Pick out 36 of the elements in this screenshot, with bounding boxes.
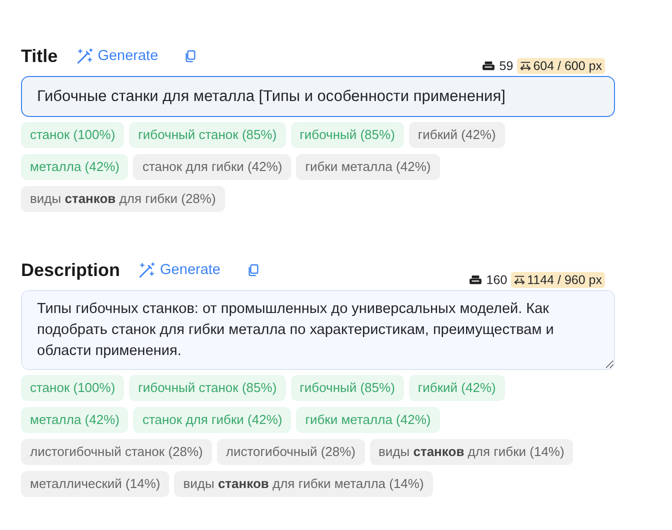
keyword-tag: гибки металла (42%) <box>296 407 440 433</box>
keyword-tag: станок (100%) <box>21 122 124 148</box>
keyword-tag: гибочный станок (85%) <box>129 375 286 401</box>
generate-button[interactable]: Generate <box>138 262 220 278</box>
field-label: Title <box>21 46 58 66</box>
keyword-tag: виды станков для гибки металла (14%) <box>174 471 433 497</box>
copy-icon[interactable] <box>246 263 260 277</box>
keyword-tag: гибкий (42%) <box>408 122 505 148</box>
keyword-tag: металла (42%) <box>21 154 128 180</box>
keyword-tag: виды станков для гибки (28%) <box>21 186 225 212</box>
keyword-tag: станок (100%) <box>21 375 124 401</box>
title-input[interactable]: Гибочные станки для металла [Типы и особенности применения] <box>21 76 615 117</box>
copy-icon[interactable] <box>184 49 198 63</box>
keyword-tag: гибкий (42%) <box>408 375 505 401</box>
field-label: Description <box>21 260 120 280</box>
description-textarea[interactable]: Типы гибочных станков: от промышленных до универсальных моделей. Как подобрать станок для гибки металла по характеристикам, преимуществам и области применения. <box>21 290 615 370</box>
keyword-tag: станок для гибки (42%) <box>133 407 292 433</box>
keyword-tag: станок для гибки (42%) <box>133 154 292 180</box>
keyword-tag: листогибочный станок (28%) <box>21 439 212 465</box>
magic-wand-icon <box>76 48 93 64</box>
typewriter-icon <box>482 60 496 72</box>
character-count: 59 <box>499 59 514 73</box>
pixel-width-badge: 604 / 600 px <box>517 58 605 74</box>
keyword-tag: гибки металла (42%) <box>296 154 440 180</box>
typewriter-icon <box>469 274 482 286</box>
keyword-tag: гибочный станок (85%) <box>129 122 286 148</box>
keyword-tag: виды станков для гибки (14%) <box>370 439 574 465</box>
keyword-tag: гибочный (85%) <box>290 375 404 401</box>
character-count: 160 <box>486 273 508 287</box>
keyword-tag: листогибочный (28%) <box>216 439 365 465</box>
generate-button[interactable]: Generate <box>76 48 158 64</box>
keyword-tag: металлический (14%) <box>21 471 170 497</box>
keyword-tag: металла (42%) <box>21 407 128 433</box>
keyword-tag: гибочный (85%) <box>290 122 404 148</box>
magic-wand-icon <box>138 262 156 278</box>
pixel-width-badge: 1144 / 960 px <box>511 272 605 288</box>
